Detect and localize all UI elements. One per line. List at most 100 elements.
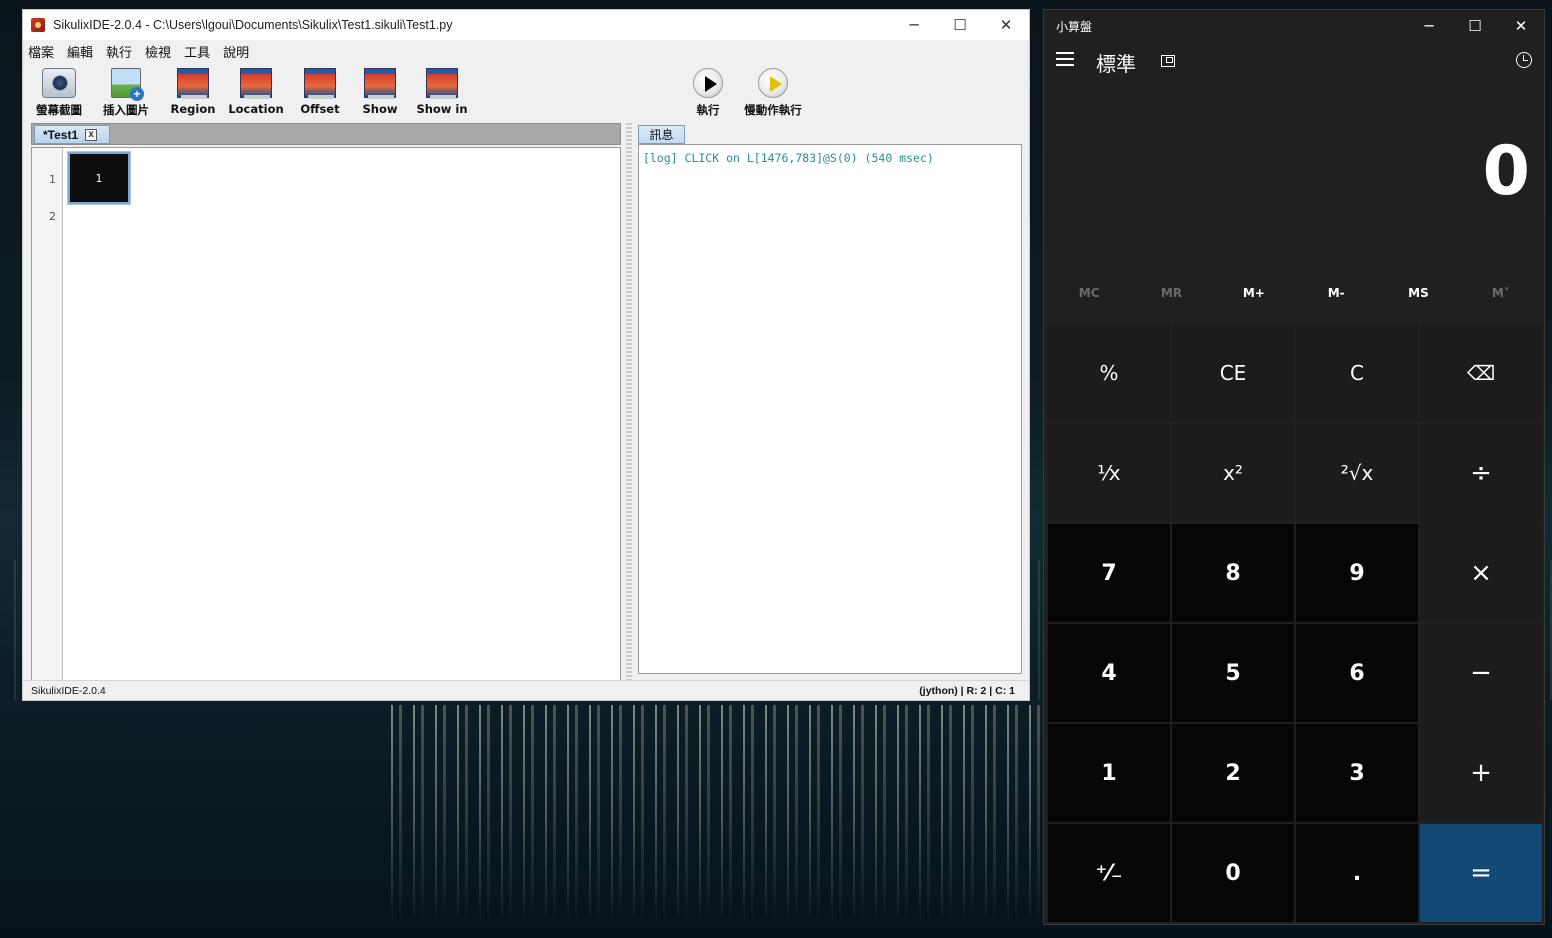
slow-play-icon <box>758 68 788 98</box>
show-button[interactable]: Show <box>359 64 401 118</box>
decimal-button[interactable]: . <box>1296 824 1418 922</box>
digit-3-button[interactable]: 3 <box>1296 724 1418 822</box>
multiply-button[interactable]: × <box>1420 524 1542 622</box>
digit-7-button[interactable]: 7 <box>1048 524 1170 622</box>
digit-4-button[interactable]: 4 <box>1048 624 1170 722</box>
status-cursor: (jython) | R: 2 | C: 1 <box>919 684 1015 697</box>
digit-8-button[interactable]: 8 <box>1172 524 1294 622</box>
run-slow-button[interactable]: 慢動作執行 <box>739 64 807 118</box>
show-icon <box>364 68 396 99</box>
run-label: 執行 <box>696 103 720 117</box>
wallpaper-reflection <box>380 705 1060 925</box>
code-editor[interactable]: 1 2 1 <box>31 147 621 681</box>
close-button[interactable]: ✕ <box>983 10 1029 40</box>
reciprocal-button[interactable]: ¹⁄x <box>1048 424 1170 522</box>
status-version: SikulixIDE-2.0.4 <box>31 684 106 697</box>
equals-button[interactable]: = <box>1420 824 1542 922</box>
calculator-header: 標準 <box>1044 42 1544 82</box>
memory-store-button[interactable]: MS <box>1377 278 1459 308</box>
close-button[interactable]: ✕ <box>1498 10 1544 42</box>
memory-list-button[interactable]: M˅ <box>1460 278 1542 308</box>
message-pane: 訊息 [log] CLICK on L[1476,783]@S(0) (540 … <box>638 125 1022 677</box>
add-button[interactable]: + <box>1420 724 1542 822</box>
menu-icon[interactable] <box>1056 52 1074 68</box>
memory-subtract-button[interactable]: M- <box>1295 278 1377 308</box>
show-in-button[interactable]: Show in <box>416 64 468 118</box>
calculator-window: 小算盤 ─ ☐ ✕ 標準 0 MC MR M+ M- MS M˅ % CE C … <box>1043 9 1545 925</box>
log-line: [log] CLICK on L[1476,783]@S(0) (540 mse… <box>643 151 934 165</box>
subtract-button[interactable]: − <box>1420 624 1542 722</box>
offset-button[interactable]: Offset <box>297 64 343 118</box>
clear-entry-button[interactable]: CE <box>1172 324 1294 422</box>
show-in-icon <box>426 68 458 99</box>
sikulix-ide-window: SikulixIDE-2.0.4 - C:\Users\lgoui\Docume… <box>22 9 1030 701</box>
menu-tools[interactable]: 工具 <box>184 42 210 61</box>
location-icon <box>240 68 272 99</box>
screenshot-button[interactable]: 螢幕截圖 <box>33 64 85 118</box>
tab-test1[interactable]: *Test1 x <box>34 125 110 144</box>
digit-9-button[interactable]: 9 <box>1296 524 1418 622</box>
keep-on-top-icon[interactable] <box>1161 55 1175 67</box>
square-button[interactable]: x² <box>1172 424 1294 522</box>
maximize-button[interactable]: ☐ <box>1452 10 1498 42</box>
play-icon <box>693 68 723 98</box>
tab-test1-label: *Test1 <box>43 127 79 142</box>
tab-messages[interactable]: 訊息 <box>638 125 685 144</box>
run-button[interactable]: 執行 <box>689 64 727 118</box>
menu-help[interactable]: 說明 <box>223 42 249 61</box>
calculator-titlebar[interactable]: 小算盤 ─ ☐ ✕ <box>1044 10 1544 42</box>
screenshot-label: 螢幕截圖 <box>36 103 82 117</box>
region-button[interactable]: Region <box>169 64 217 118</box>
menu-file[interactable]: 檔案 <box>28 42 54 61</box>
history-icon[interactable] <box>1516 52 1532 68</box>
tab-close-icon[interactable]: x <box>85 128 98 141</box>
pane-splitter[interactable] <box>626 123 632 681</box>
location-button[interactable]: Location <box>228 64 284 118</box>
show-in-label: Show in <box>416 102 468 116</box>
run-slow-label: 慢動作執行 <box>744 103 802 117</box>
sikulix-window-title: SikulixIDE-2.0.4 - C:\Users\lgoui\Docume… <box>53 18 453 32</box>
sikulix-app-icon[interactable] <box>31 18 45 32</box>
line-number: 1 <box>49 173 56 186</box>
digit-2-button[interactable]: 2 <box>1172 724 1294 822</box>
editor-pane: *Test1 x 1 2 1 <box>31 123 621 681</box>
sikulix-menubar: 檔案 編輯 執行 檢視 工具 說明 <box>23 40 1029 62</box>
sikulix-window-controls: ─ ☐ ✕ <box>891 10 1029 40</box>
calculator-mode: 標準 <box>1096 52 1136 76</box>
negate-button[interactable]: ⁺⁄₋ <box>1048 824 1170 922</box>
memory-add-button[interactable]: M+ <box>1213 278 1295 308</box>
square-root-button[interactable]: ²√x <box>1296 424 1418 522</box>
calculator-display: 0 <box>1482 132 1530 211</box>
show-label: Show <box>362 102 398 116</box>
line-number-gutter: 1 2 <box>32 148 63 680</box>
insert-image-button[interactable]: 插入圖片 <box>99 64 153 118</box>
digit-0-button[interactable]: 0 <box>1172 824 1294 922</box>
percent-button[interactable]: % <box>1048 324 1170 422</box>
maximize-button[interactable]: ☐ <box>937 10 983 40</box>
offset-label: Offset <box>300 102 340 116</box>
memory-clear-button[interactable]: MC <box>1048 278 1130 308</box>
sikulix-titlebar[interactable]: SikulixIDE-2.0.4 - C:\Users\lgoui\Docume… <box>23 10 1029 40</box>
digit-6-button[interactable]: 6 <box>1296 624 1418 722</box>
insert-image-icon <box>111 68 144 101</box>
line-number: 2 <box>49 210 56 223</box>
menu-run[interactable]: 執行 <box>106 42 132 61</box>
offset-icon <box>304 68 336 99</box>
message-area[interactable]: [log] CLICK on L[1476,783]@S(0) (540 mse… <box>638 144 1022 674</box>
digit-1-button[interactable]: 1 <box>1048 724 1170 822</box>
menu-view[interactable]: 檢視 <box>145 42 171 61</box>
menu-edit[interactable]: 編輯 <box>67 42 93 61</box>
camera-icon <box>42 68 76 98</box>
keypad: % CE C ⌫ ¹⁄x x² ²√x ÷ 7 8 9 × 4 5 6 − 1 … <box>1048 324 1542 922</box>
backspace-button[interactable]: ⌫ <box>1420 324 1542 422</box>
clear-button[interactable]: C <box>1296 324 1418 422</box>
divide-button[interactable]: ÷ <box>1420 424 1542 522</box>
status-bar: SikulixIDE-2.0.4 (jython) | R: 2 | C: 1 <box>23 680 1029 700</box>
image-thumbnail[interactable]: 1 <box>67 151 131 205</box>
image-thumbnail-label: 1 <box>95 171 103 185</box>
sikulix-toolbar: 螢幕截圖 插入圖片 Region Location Offset Show Sh… <box>23 62 1029 120</box>
digit-5-button[interactable]: 5 <box>1172 624 1294 722</box>
minimize-button[interactable]: ─ <box>1406 10 1452 42</box>
minimize-button[interactable]: ─ <box>891 10 937 40</box>
memory-recall-button[interactable]: MR <box>1130 278 1212 308</box>
